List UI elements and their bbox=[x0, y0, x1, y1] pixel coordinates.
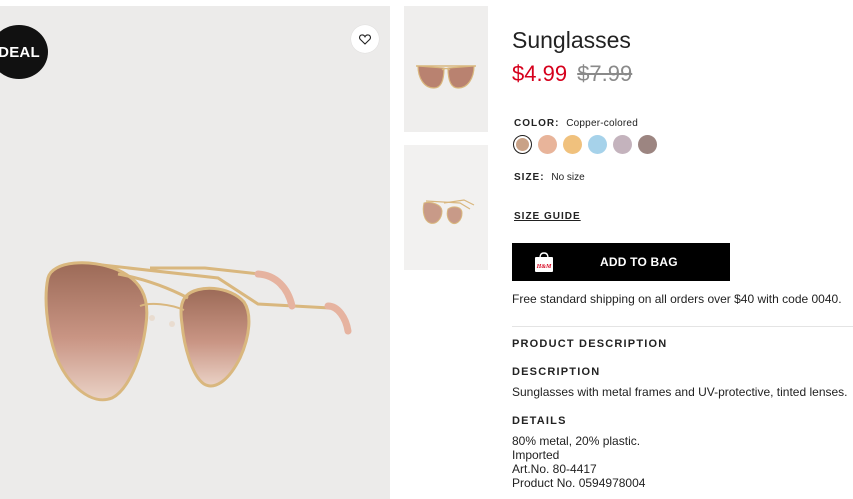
color-swatch[interactable] bbox=[538, 135, 557, 154]
product-title: Sunglasses bbox=[512, 27, 631, 53]
size-value: No size bbox=[551, 172, 585, 183]
detail-item: Art.No. 80-4417 bbox=[512, 462, 597, 476]
price-row: $4.99 $7.99 bbox=[512, 61, 632, 87]
color-swatch[interactable] bbox=[513, 135, 532, 154]
add-to-bag-label: ADD TO BAG bbox=[600, 255, 678, 269]
add-to-bag-button[interactable]: H&M ADD TO BAG bbox=[512, 243, 730, 281]
shipping-info: Free standard shipping on all orders ove… bbox=[512, 292, 842, 306]
color-swatch[interactable] bbox=[588, 135, 607, 154]
color-swatch[interactable] bbox=[613, 135, 632, 154]
sunglasses-front-thumbnail bbox=[416, 65, 476, 89]
product-description-heading[interactable]: PRODUCT DESCRIPTION bbox=[512, 338, 667, 350]
description-text: Sunglasses with metal frames and UV-prot… bbox=[512, 385, 848, 399]
color-selector-label: COLOR: Copper-colored bbox=[514, 118, 638, 129]
sunglasses-image bbox=[44, 261, 352, 402]
detail-item: Product No. 0594978004 bbox=[512, 476, 646, 490]
original-price: $7.99 bbox=[577, 61, 633, 86]
color-value: Copper-colored bbox=[566, 118, 638, 129]
main-product-image[interactable]: DEAL bbox=[0, 6, 390, 499]
detail-item: 80% metal, 20% plastic. bbox=[512, 434, 641, 448]
thumbnail-front-view[interactable] bbox=[404, 6, 488, 132]
color-swatch[interactable] bbox=[563, 135, 582, 154]
thumbnail-angle-view[interactable] bbox=[404, 145, 488, 270]
favorite-button[interactable] bbox=[351, 25, 379, 53]
section-divider bbox=[512, 326, 853, 327]
details-heading: DETAILS bbox=[512, 415, 567, 427]
size-label: SIZE: bbox=[514, 172, 545, 183]
sunglasses-angle-thumbnail bbox=[422, 199, 475, 224]
color-swatch[interactable] bbox=[638, 135, 657, 154]
color-swatches bbox=[513, 135, 657, 154]
size-guide-link[interactable]: SIZE GUIDE bbox=[514, 211, 581, 222]
size-info: SIZE: No size bbox=[514, 172, 585, 183]
color-label: COLOR: bbox=[514, 118, 560, 129]
heart-icon bbox=[359, 33, 371, 45]
svg-text:H&M: H&M bbox=[536, 264, 552, 270]
details-list: 80% metal, 20% plastic. Imported Art.No. 8… bbox=[512, 434, 645, 490]
detail-item: Imported bbox=[512, 448, 560, 462]
sale-price: $4.99 bbox=[512, 61, 568, 86]
shopping-bag-icon: H&M bbox=[535, 252, 553, 272]
description-heading: DESCRIPTION bbox=[512, 366, 601, 378]
